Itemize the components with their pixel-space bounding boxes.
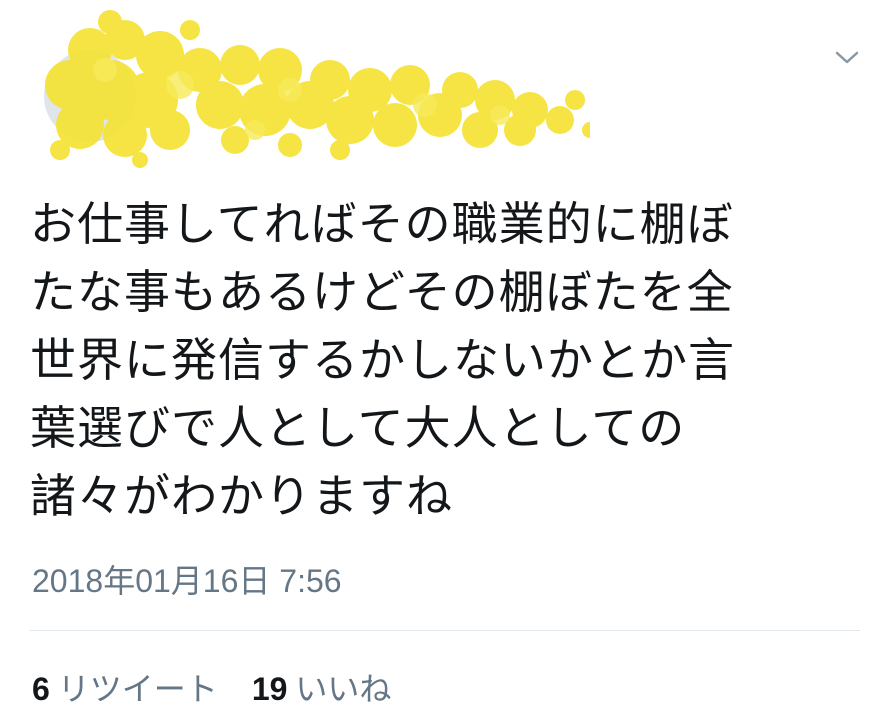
retweet-stat[interactable]: 6 リツイート [32, 664, 218, 710]
tweet-timestamp[interactable]: 2018年01月16日 7:56 [32, 556, 342, 602]
tweet-text-line: お仕事してればその職業的に棚ぼ [30, 197, 734, 251]
tweet-text-line: 葉選びで人として大人としての [30, 401, 686, 455]
retweet-label: リツイート [57, 670, 218, 708]
tweet-text: お仕事してればその職業的に棚ぼ たな事もあるけどその棚ぼたを全 世界に発信するか… [30, 190, 860, 530]
divider [30, 630, 860, 631]
tweet-text-line: 諸々がわかりますね [30, 469, 453, 523]
like-count: 19 [251, 671, 288, 707]
redaction-scribble [45, 10, 590, 168]
chevron-down-icon[interactable] [834, 48, 860, 68]
like-label: いいね [295, 670, 392, 708]
like-stat[interactable]: 19 いいね [252, 664, 392, 710]
tweet-header [30, 10, 590, 180]
tweet-stats: 6 リツイート 19 いいね [32, 664, 425, 710]
tweet-detail: お仕事してればその職業的に棚ぼ たな事もあるけどその棚ぼたを全 世界に発信するか… [0, 0, 889, 720]
retweet-count: 6 [32, 671, 50, 707]
tweet-text-line: たな事もあるけどその棚ぼたを全 [30, 265, 734, 319]
tweet-text-line: 世界に発信するかしないかとか言 [30, 333, 735, 387]
